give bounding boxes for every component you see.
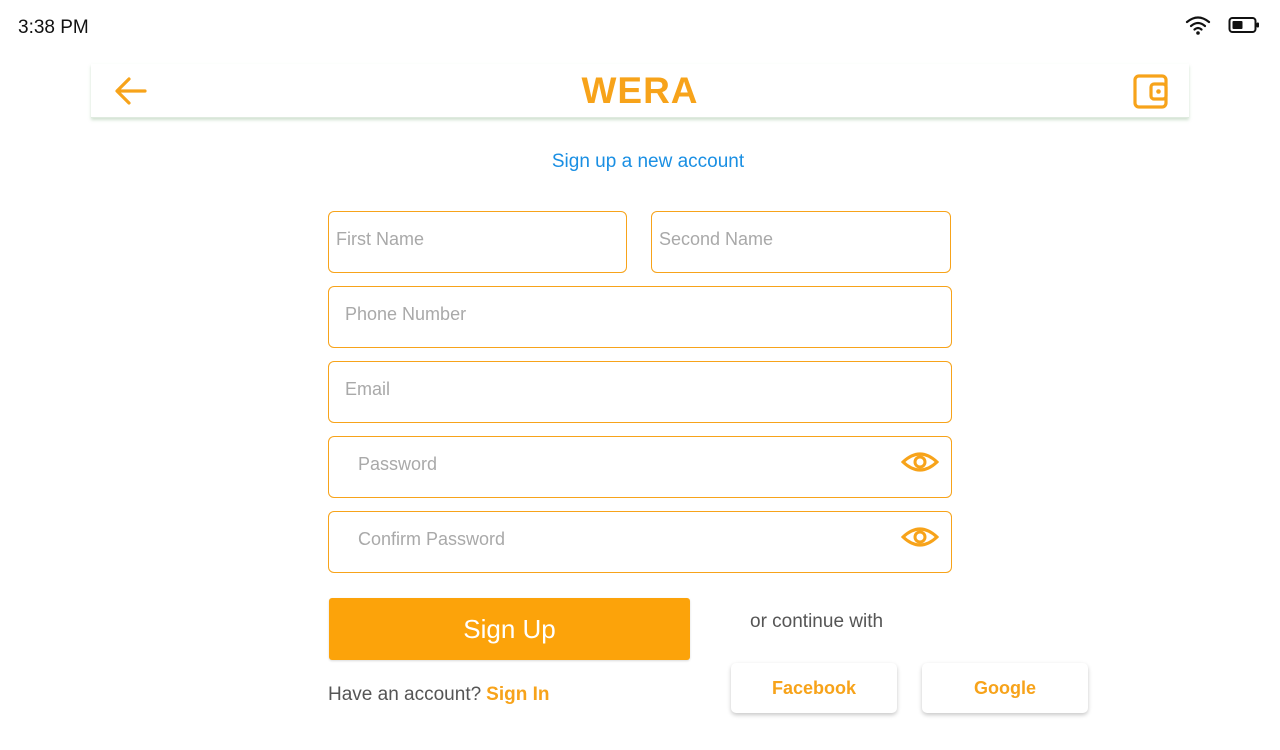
- sign-in-link[interactable]: Sign In: [486, 684, 549, 705]
- phone-input[interactable]: [345, 301, 935, 327]
- app-title: WERA: [581, 70, 699, 111]
- wifi-icon: [1185, 16, 1211, 35]
- eye-icon[interactable]: [901, 449, 939, 475]
- password-field: [328, 436, 952, 498]
- signup-subtitle-link[interactable]: Sign up a new account: [0, 151, 1280, 173]
- password-input[interactable]: [358, 451, 878, 477]
- first-name-input[interactable]: [336, 226, 616, 252]
- second-name-input[interactable]: [659, 226, 939, 252]
- phone-field: [328, 286, 952, 348]
- email-input[interactable]: [345, 376, 935, 402]
- battery-icon: [1228, 17, 1259, 33]
- wallet-icon[interactable]: [1131, 71, 1171, 111]
- first-name-field: [328, 211, 627, 273]
- have-account-row: Have an account? Sign In: [328, 684, 550, 706]
- sign-up-button[interactable]: Sign Up: [329, 598, 690, 660]
- google-button[interactable]: Google: [922, 663, 1088, 713]
- email-field: [328, 361, 952, 423]
- second-name-field: [651, 211, 951, 273]
- status-time: 3:38 PM: [18, 17, 89, 38]
- status-bar: 3:38 PM: [0, 0, 1280, 56]
- confirm-password-input[interactable]: [358, 526, 878, 552]
- confirm-password-field: [328, 511, 952, 573]
- eye-icon[interactable]: [901, 524, 939, 550]
- have-account-text: Have an account?: [328, 684, 482, 705]
- app-bar: WERA: [91, 64, 1189, 118]
- or-continue-text: or continue with: [750, 611, 884, 632]
- facebook-button[interactable]: Facebook: [731, 663, 897, 713]
